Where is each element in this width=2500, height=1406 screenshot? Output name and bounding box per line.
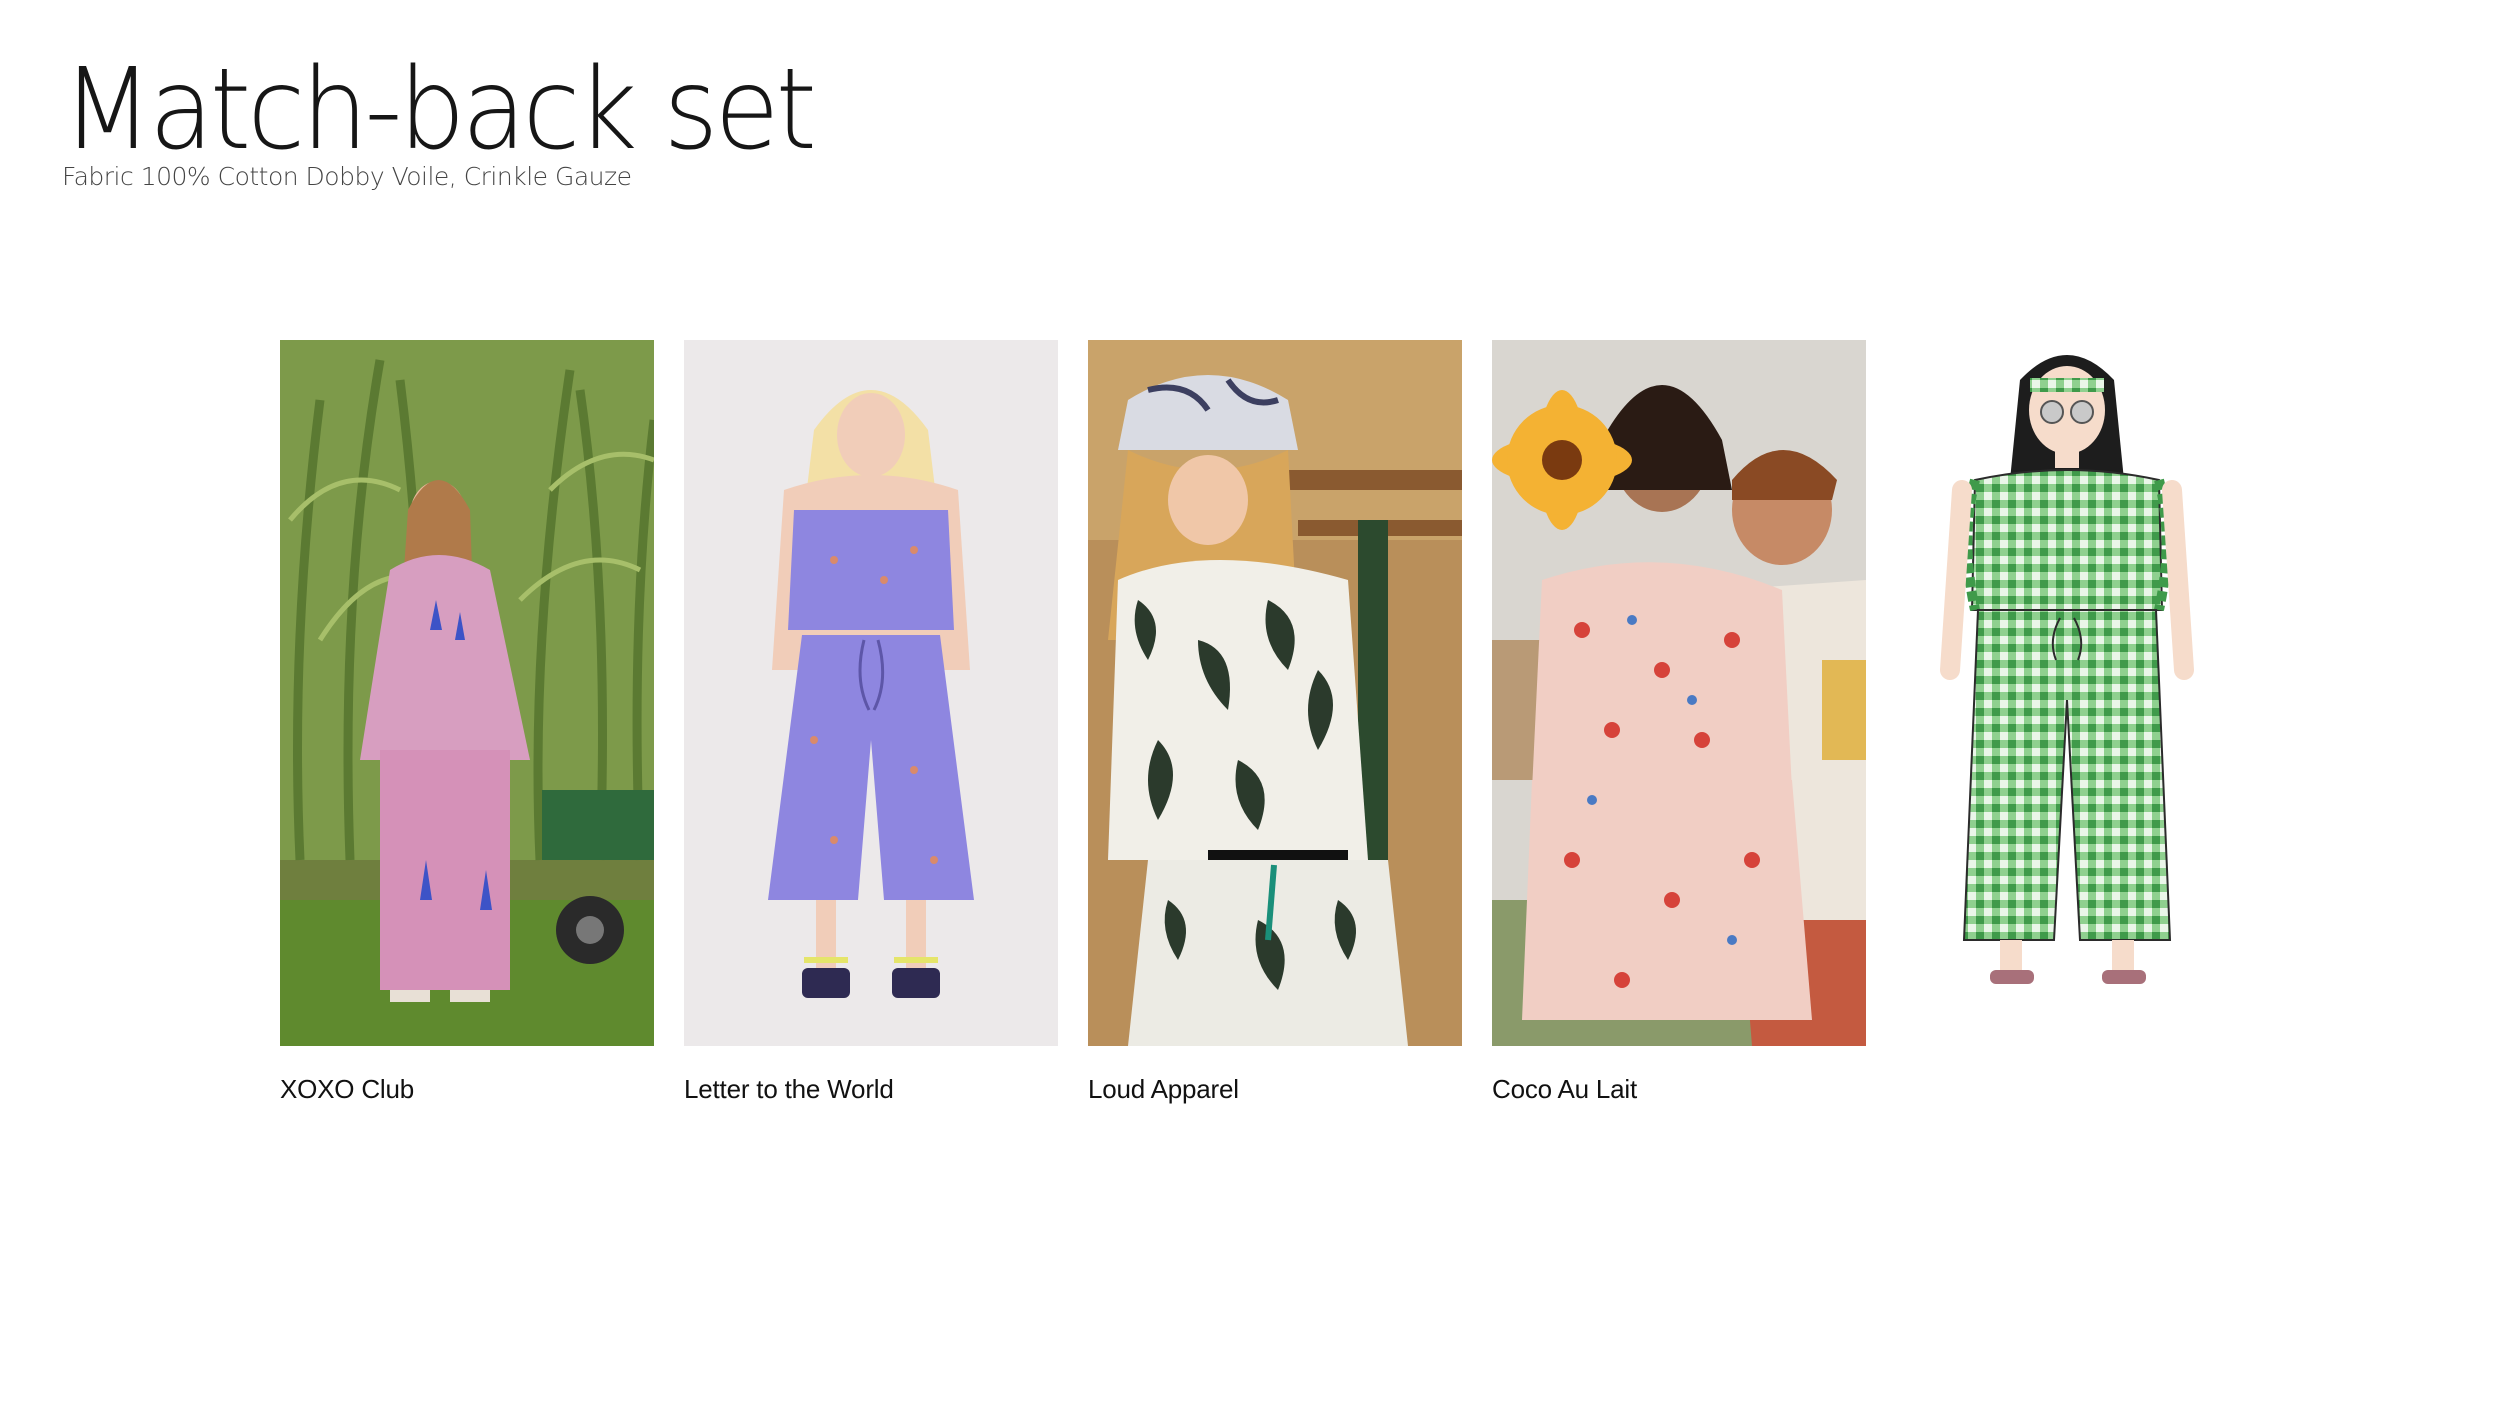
- brand-label-loud-apparel: Loud Apparel: [1088, 1074, 1239, 1104]
- reference-card-loud-apparel: Loud Apparel: [1088, 340, 1462, 1105]
- reference-card-coco-au-lait: Coco Au Lait: [1492, 340, 1866, 1105]
- child-leaf-print-set-photo: [1088, 340, 1462, 1046]
- child-sweatshirt-photo: [280, 340, 654, 1046]
- page-title: Match-back set: [62, 45, 817, 175]
- reference-photo-letter-to-the-world: [684, 340, 1058, 1046]
- gingham-set-illustration: [1880, 340, 2254, 1046]
- brand-label-xoxo-club: XOXO Club: [280, 1074, 415, 1104]
- child-periwinkle-set-photo: [684, 340, 1058, 1046]
- children-floral-set-photo: [1492, 340, 1866, 1046]
- reference-photo-coco-au-lait: [1492, 340, 1866, 1046]
- brand-label-coco-au-lait: Coco Au Lait: [1492, 1074, 1638, 1104]
- reference-photo-loud-apparel: [1088, 340, 1462, 1046]
- brand-label-letter-to-the-world: Letter to the World: [684, 1074, 894, 1104]
- design-sketch: [1880, 340, 2254, 1046]
- fabric-subtitle: Fabric 100% Cotton Dobby Voile, Crinkle …: [62, 162, 632, 191]
- reference-card-letter-to-the-world: Letter to the World: [684, 340, 1058, 1105]
- reference-card-xoxo-club: XOXO Club: [280, 340, 654, 1105]
- reference-photo-xoxo-club: [280, 340, 654, 1046]
